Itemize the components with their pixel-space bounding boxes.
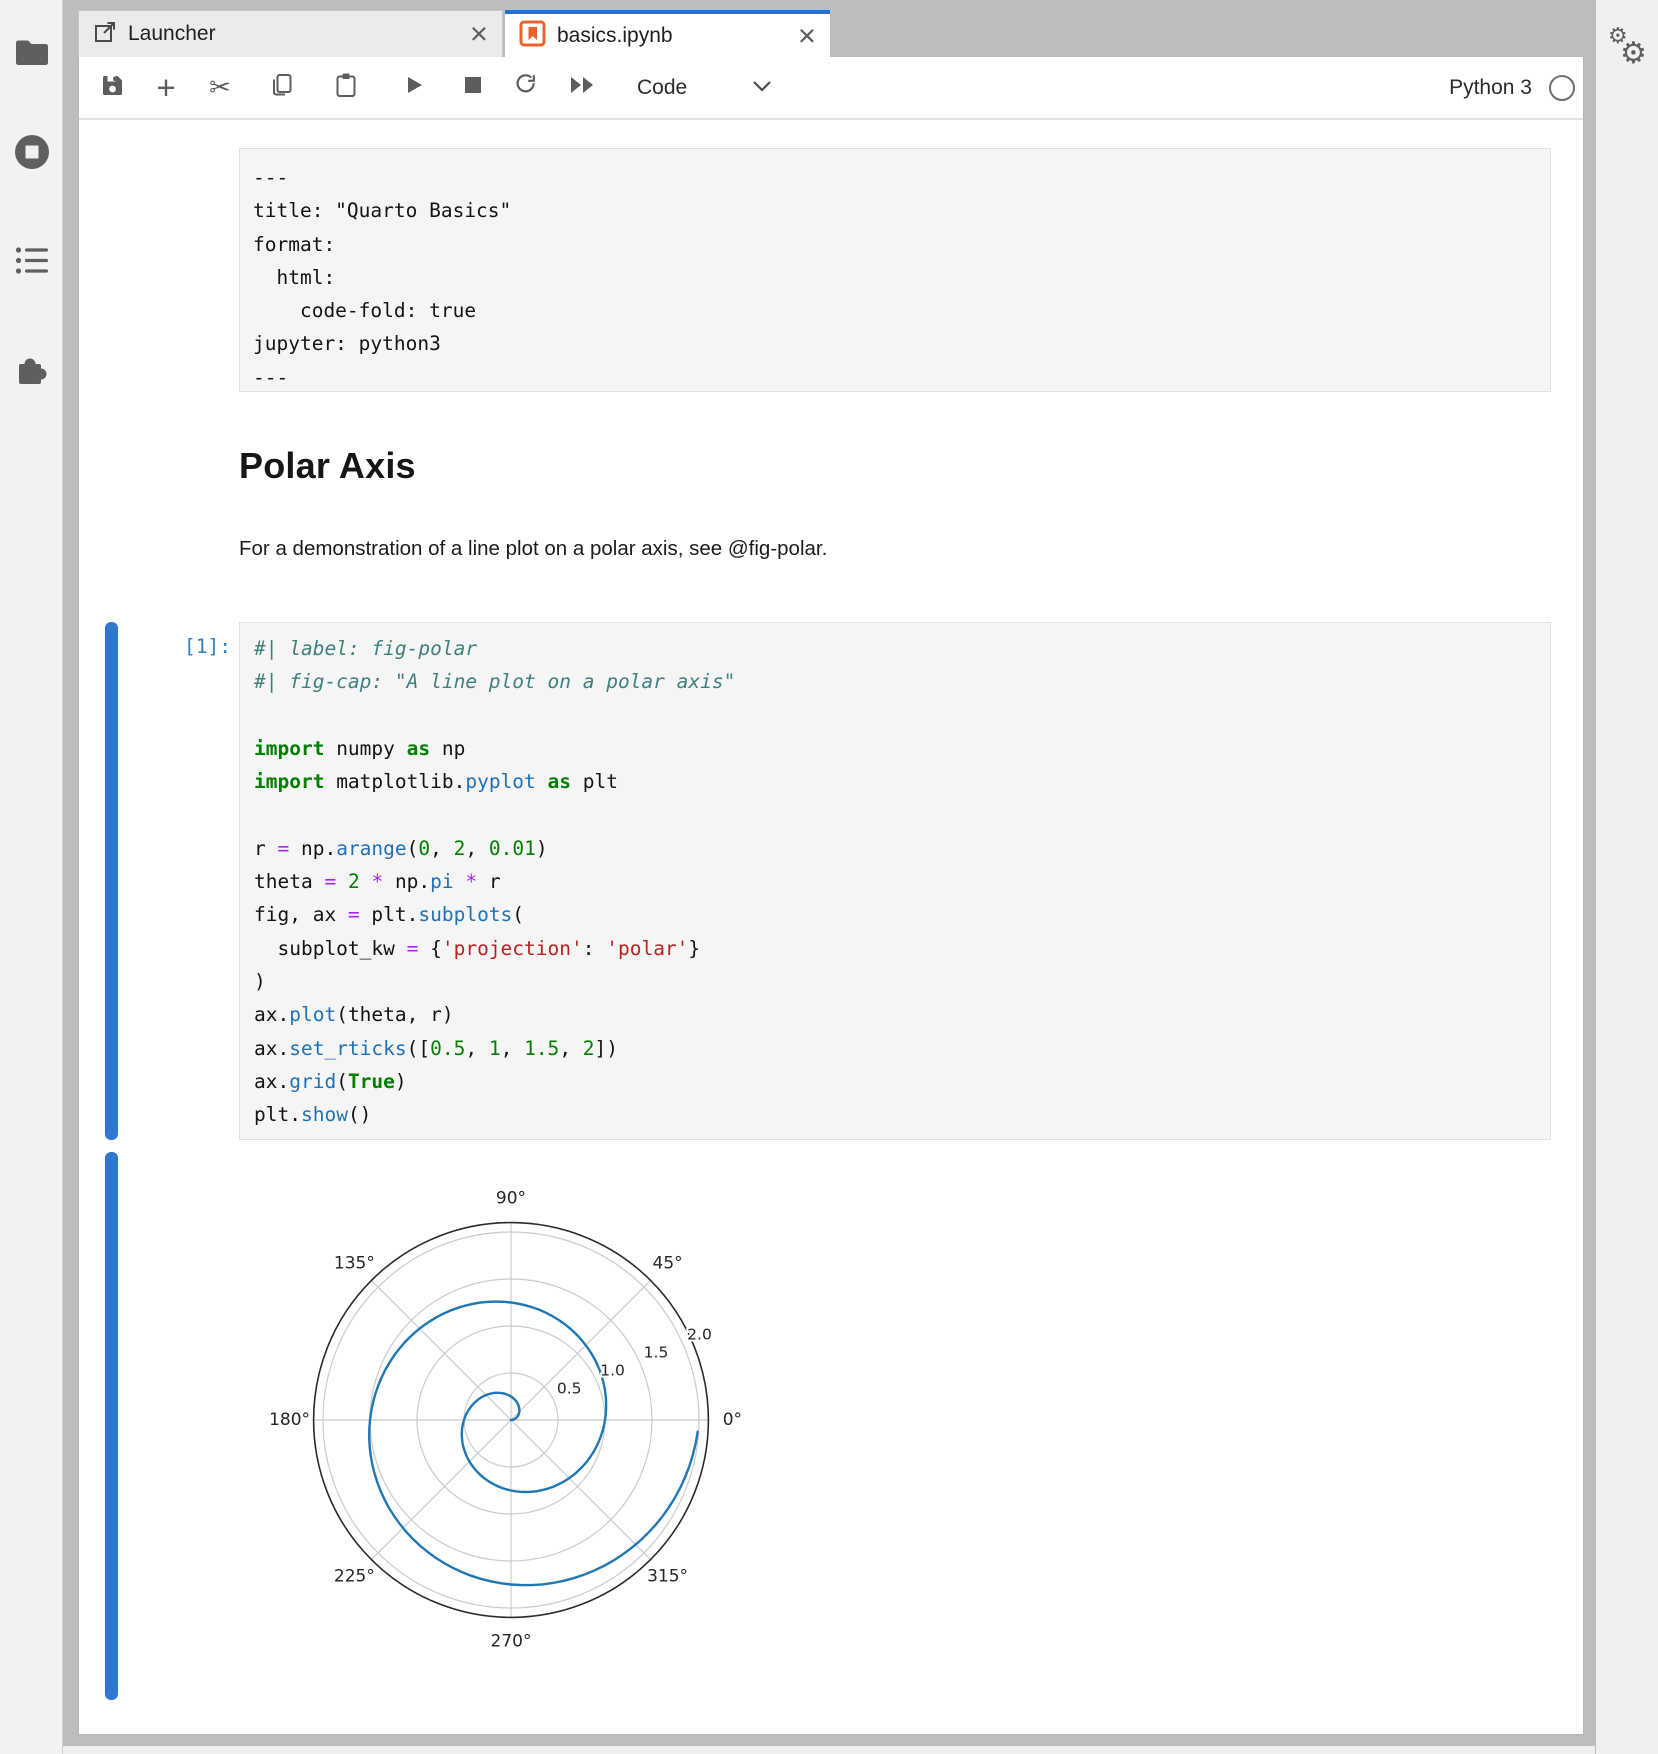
status-bar [63,1746,1595,1754]
external-link-icon [93,20,117,49]
list-icon [15,246,49,276]
polar-plot-output: 0° 45° 90° 135° 180° 225° 270° 315° 0.5 1.0 1.5 2.0 [211,1150,811,1710]
close-icon[interactable]: × [798,26,816,46]
table-of-contents-button[interactable] [13,242,51,280]
kernel-indicator[interactable]: Python 3 [1449,57,1575,118]
cut-button[interactable]: ✂ [205,73,235,103]
run-button[interactable] [399,73,429,103]
plus-icon: + [156,74,175,102]
svg-text:135°: 135° [334,1253,375,1273]
kernel-name: Python 3 [1449,76,1532,100]
input-collapser[interactable] [105,622,118,1140]
tab-launcher[interactable]: Launcher × [78,10,503,57]
svg-text:180°: 180° [269,1410,310,1430]
svg-text:0.5: 0.5 [557,1379,582,1397]
cell-type-dropdown[interactable]: Code [637,57,687,118]
markdown-heading: Polar Axis [239,445,416,487]
extension-manager-button[interactable] [13,351,51,389]
cell-type-dropdown-arrow[interactable] [747,73,777,103]
scissors-icon: ✂ [209,73,231,103]
notebook-icon [519,20,546,52]
floppy-disk-icon [100,73,125,103]
svg-text:1.5: 1.5 [644,1343,669,1361]
jupyterlab-window: ⚙ ⚙ Launcher × basics.ipynb × [0,0,1658,1754]
stop-button[interactable] [458,73,488,103]
folder-icon [14,35,50,69]
insert-cell-button[interactable]: + [151,73,181,103]
markdown-paragraph: For a demonstration of a line plot on a … [239,537,827,561]
tab-label: basics.ipynb [557,24,673,48]
puzzle-icon [14,352,50,388]
notebook-panel: + ✂ [78,57,1584,1735]
svg-text:0°: 0° [723,1410,742,1430]
svg-text:45°: 45° [653,1253,683,1273]
chevron-down-icon [752,79,772,97]
left-activity-bar [0,0,63,1754]
gear-icon: ⚙ [1620,36,1647,71]
clipboard-icon [333,72,359,104]
code-cell-editor[interactable]: #| label: fig-polar #| fig-cap: "A line … [239,622,1551,1140]
fast-forward-icon [569,74,597,101]
save-button[interactable] [97,73,127,103]
notebook-toolbar: + ✂ [79,57,1583,120]
svg-text:90°: 90° [496,1189,526,1209]
running-sessions-button[interactable] [13,133,51,171]
yaml-raw-cell[interactable]: --- title: "Quarto Basics" format: html:… [239,148,1551,392]
stop-circle-icon [13,133,51,171]
svg-text:270°: 270° [491,1631,532,1651]
svg-text:1.0: 1.0 [600,1361,625,1379]
tab-label: Launcher [128,22,216,46]
svg-text:315°: 315° [647,1567,688,1587]
execution-count: [1]: [79,635,231,658]
paste-button[interactable] [331,73,361,103]
kernel-status-icon [1549,75,1575,101]
svg-text:2.0: 2.0 [687,1325,712,1343]
close-icon[interactable]: × [470,24,488,44]
tab-notebook[interactable]: basics.ipynb × [505,10,830,57]
right-sidebar: ⚙ ⚙ [1596,0,1658,1754]
restart-kernel-button[interactable] [511,73,541,103]
copy-button[interactable] [267,73,297,103]
refresh-icon [513,72,539,103]
output-collapser[interactable] [105,1152,118,1700]
restart-run-all-button[interactable] [568,73,598,103]
settings-button[interactable]: ⚙ ⚙ [1604,24,1652,72]
svg-text:225°: 225° [334,1567,375,1587]
cell-type-value: Code [637,76,687,100]
play-icon [402,73,426,102]
file-browser-button[interactable] [13,33,51,71]
copy-icon [269,72,295,103]
stop-icon [463,75,483,100]
